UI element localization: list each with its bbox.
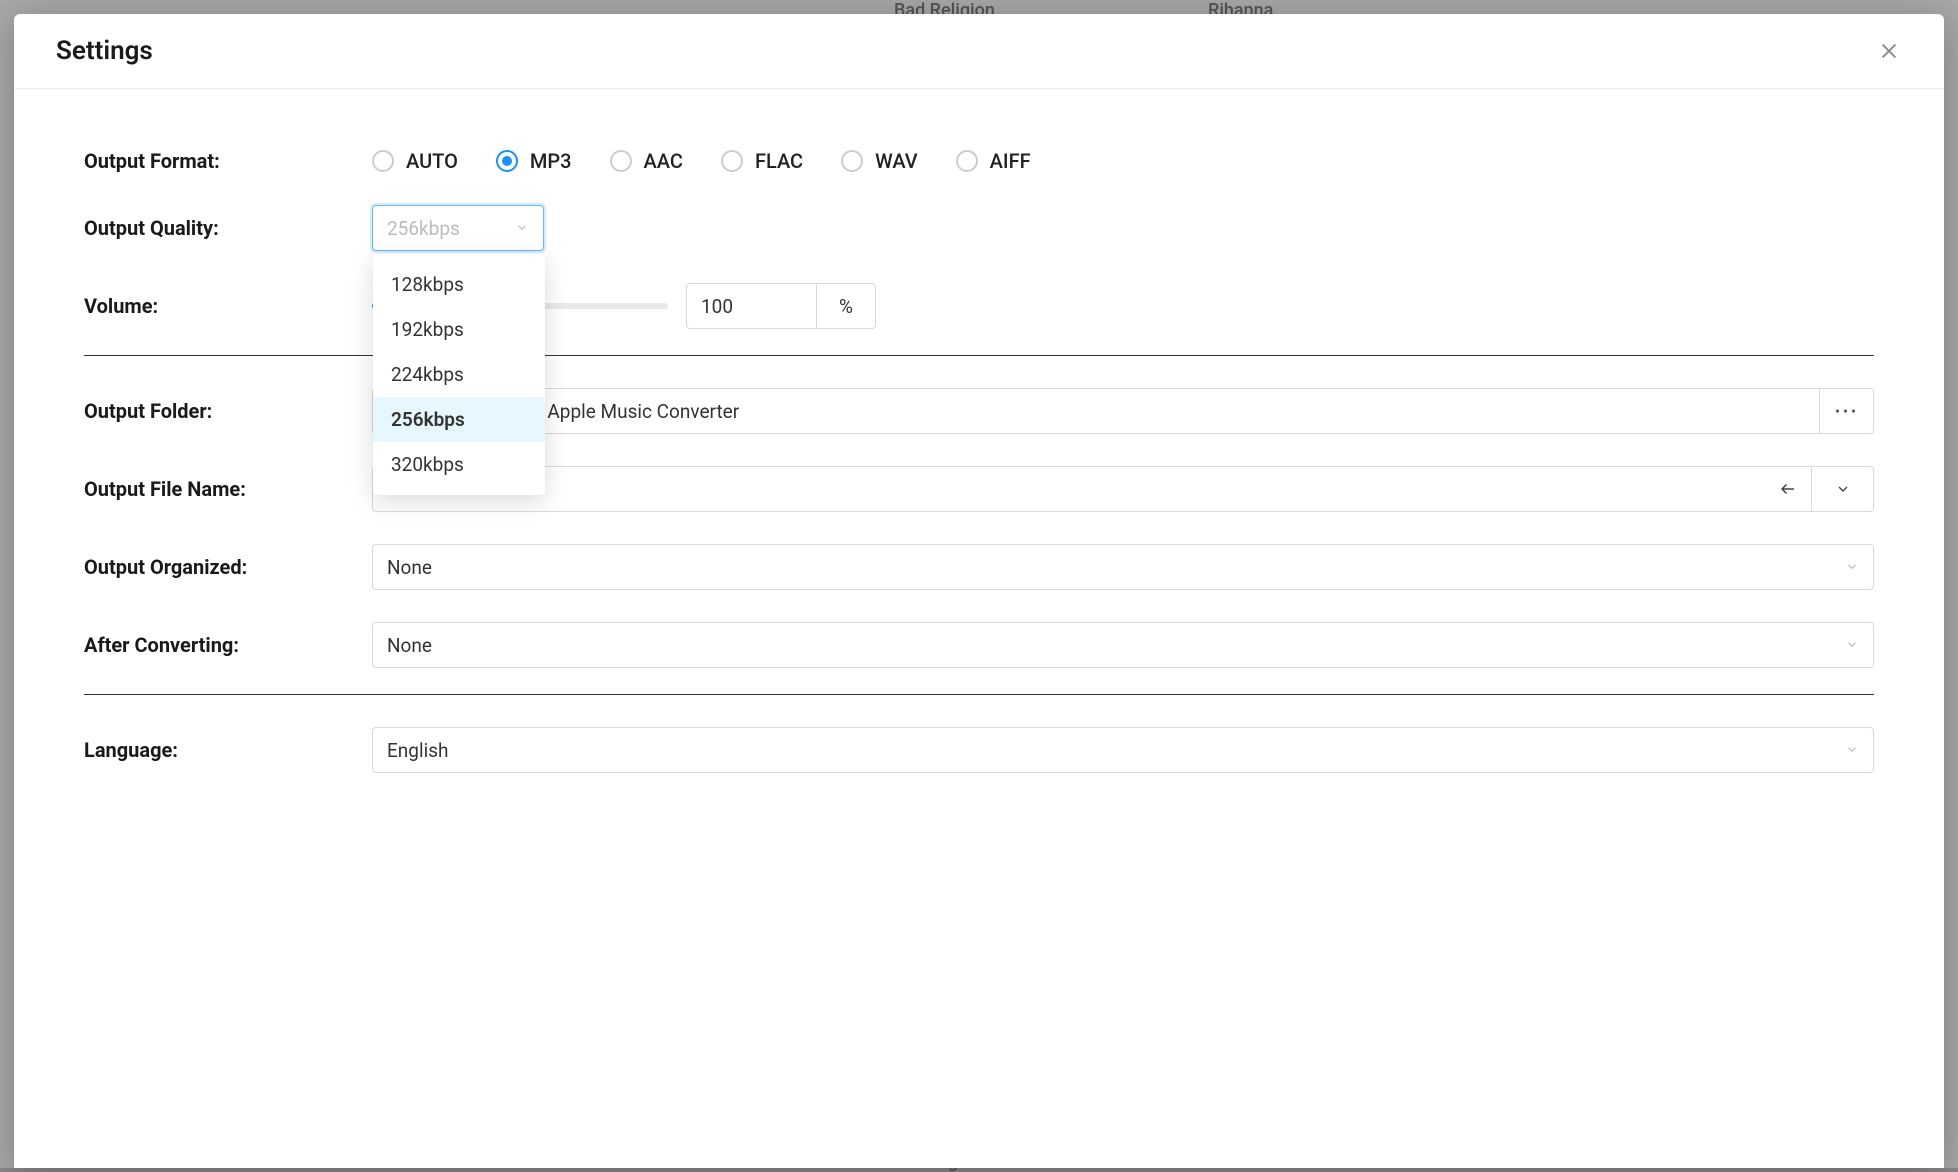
modal-header: Settings	[14, 14, 1944, 89]
radio-circle-icon	[610, 150, 632, 172]
output-organized-select[interactable]: None	[372, 544, 1874, 590]
chevron-down-icon	[1845, 634, 1859, 657]
close-icon	[1878, 40, 1900, 62]
row-output-organized: Output Organized: None	[84, 544, 1874, 590]
chevron-down-icon	[1845, 739, 1859, 762]
modal-title: Settings	[56, 36, 153, 66]
label-after-converting: After Converting:	[84, 633, 372, 657]
radio-wav[interactable]: WAV	[841, 149, 918, 173]
volume-unit: %	[816, 283, 876, 329]
output-folder-input[interactable]: cuments/Ukeysoft Apple Music Converter	[372, 388, 1820, 434]
output-quality-select[interactable]: 256kbps 128kbps 192kbps 224kbps 256kbps …	[372, 205, 544, 251]
radio-circle-icon	[496, 150, 518, 172]
label-output-format: Output Format:	[84, 149, 372, 173]
radio-mp3[interactable]: MP3	[496, 149, 572, 173]
row-output-format: Output Format: AUTO MP3 AAC	[84, 149, 1874, 173]
chevron-down-icon	[1845, 556, 1859, 579]
separator	[84, 694, 1874, 695]
radio-label: AUTO	[406, 149, 458, 173]
label-output-file-name: Output File Name:	[84, 477, 372, 501]
row-output-folder: Output Folder: cuments/Ukeysoft Apple Mu…	[84, 388, 1874, 434]
file-name-dropdown-button[interactable]	[1812, 466, 1874, 512]
radio-aac[interactable]: AAC	[610, 149, 683, 173]
radio-circle-icon	[956, 150, 978, 172]
label-volume: Volume:	[84, 294, 372, 318]
quality-option-224[interactable]: 224kbps	[373, 352, 545, 397]
chevron-down-icon	[515, 217, 529, 240]
separator	[84, 355, 1874, 356]
radio-label: AIFF	[990, 149, 1031, 173]
radio-label: WAV	[875, 149, 918, 173]
quality-option-128[interactable]: 128kbps	[373, 262, 545, 307]
volume-value: 100	[701, 295, 733, 318]
quality-option-320[interactable]: 320kbps	[373, 442, 545, 487]
output-quality-dropdown: 128kbps 192kbps 224kbps 256kbps 320kbps	[373, 254, 545, 495]
after-converting-select[interactable]: None	[372, 622, 1874, 668]
row-output-quality: Output Quality: 256kbps 128kbps 192kbps …	[84, 205, 1874, 251]
select-value: None	[387, 634, 432, 657]
output-format-radio-group: AUTO MP3 AAC FLAC	[372, 149, 1031, 173]
settings-modal: Settings Output Format: AUTO MP3	[14, 14, 1944, 1168]
select-value: English	[387, 739, 448, 762]
row-language: Language: English	[84, 727, 1874, 773]
radio-label: FLAC	[755, 149, 803, 173]
label-output-folder: Output Folder:	[84, 399, 372, 423]
radio-label: AAC	[644, 149, 683, 173]
ellipsis-icon: ···	[1834, 399, 1858, 423]
radio-flac[interactable]: FLAC	[721, 149, 803, 173]
radio-label: MP3	[530, 149, 572, 173]
select-value: None	[387, 556, 432, 579]
radio-auto[interactable]: AUTO	[372, 149, 458, 173]
label-output-organized: Output Organized:	[84, 555, 372, 579]
radio-aiff[interactable]: AIFF	[956, 149, 1031, 173]
quality-option-256[interactable]: 256kbps	[373, 397, 545, 442]
row-after-converting: After Converting: None	[84, 622, 1874, 668]
arrow-left-icon	[1779, 480, 1797, 498]
output-file-name-input[interactable]	[372, 466, 1812, 512]
row-volume: Volume: 100 %	[84, 283, 1874, 329]
radio-circle-icon	[841, 150, 863, 172]
browse-folder-button[interactable]: ···	[1820, 388, 1874, 434]
close-button[interactable]	[1874, 36, 1904, 66]
volume-input[interactable]: 100	[686, 283, 816, 329]
radio-circle-icon	[721, 150, 743, 172]
modal-body: Output Format: AUTO MP3 AAC	[14, 89, 1944, 1168]
label-output-quality: Output Quality:	[84, 216, 372, 240]
language-select[interactable]: English	[372, 727, 1874, 773]
row-output-file-name: Output File Name:	[84, 466, 1874, 512]
radio-circle-icon	[372, 150, 394, 172]
quality-option-192[interactable]: 192kbps	[373, 307, 545, 352]
select-value: 256kbps	[387, 217, 460, 240]
chevron-down-icon	[1835, 481, 1851, 497]
label-language: Language:	[84, 738, 372, 762]
